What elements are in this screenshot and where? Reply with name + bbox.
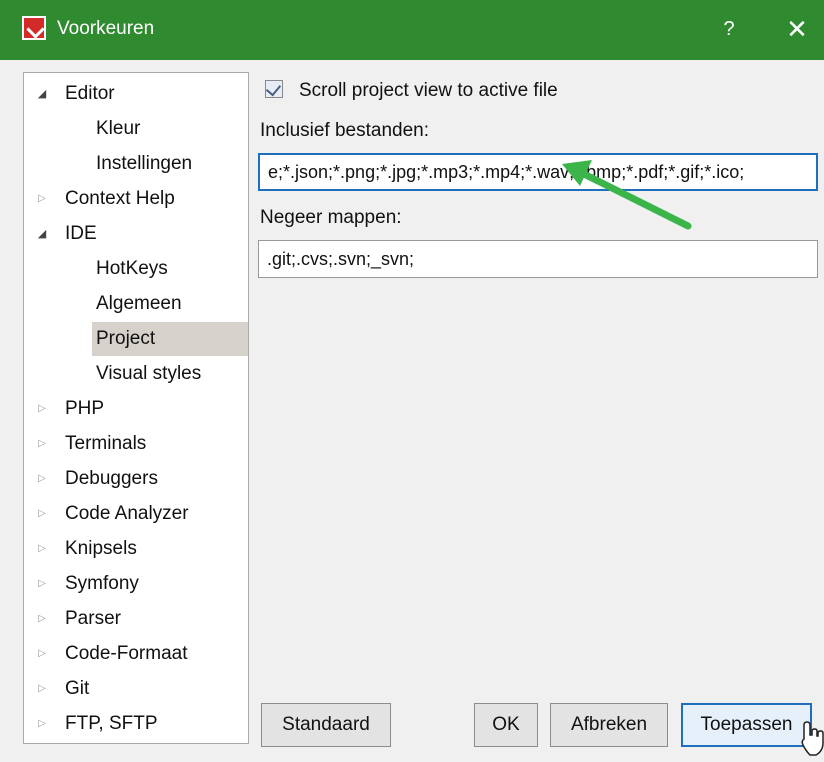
tree-item-kleur[interactable]: Kleur <box>24 112 248 146</box>
ok-button[interactable]: OK <box>474 703 538 747</box>
tree-item-php[interactable]: ▷ PHP <box>24 392 248 426</box>
collapsed-arrow-icon[interactable]: ▷ <box>36 707 48 741</box>
tree-item-code-analyzer[interactable]: ▷ Code Analyzer <box>24 497 248 531</box>
tree-item-label: Kleur <box>96 118 141 139</box>
include-files-label: Inclusief bestanden: <box>260 120 430 141</box>
scroll-project-label[interactable]: Scroll project view to active file <box>299 80 558 102</box>
preferences-dialog: Voorkeuren ? ✕ ◢ Editor Kleur Instelling… <box>0 0 824 762</box>
scroll-project-checkbox[interactable] <box>265 80 283 98</box>
tree-item-label: Context Help <box>65 188 175 209</box>
tree-item-debuggers[interactable]: ▷ Debuggers <box>24 462 248 496</box>
tree-item-hotkeys[interactable]: HotKeys <box>24 252 248 286</box>
tree-item-editor[interactable]: ◢ Editor <box>24 77 248 111</box>
collapsed-arrow-icon[interactable]: ▷ <box>36 532 48 566</box>
settings-tree: ◢ Editor Kleur Instellingen ▷ Context He… <box>23 72 249 744</box>
tree-item-label: Debuggers <box>65 468 158 489</box>
collapsed-arrow-icon[interactable]: ▷ <box>36 567 48 601</box>
expanded-arrow-icon[interactable]: ◢ <box>36 217 48 251</box>
collapsed-arrow-icon[interactable]: ▷ <box>36 462 48 496</box>
tree-item-label: Instellingen <box>96 153 193 174</box>
standard-button[interactable]: Standaard <box>261 703 391 747</box>
tree-item-label: Code-Formaat <box>65 643 188 664</box>
app-icon <box>22 16 46 40</box>
expanded-arrow-icon[interactable]: ◢ <box>36 77 48 111</box>
title-bar: Voorkeuren ? ✕ <box>0 0 824 60</box>
window-title: Voorkeuren <box>57 18 155 39</box>
cancel-button[interactable]: Afbreken <box>550 703 668 747</box>
tree-item-project[interactable]: Project <box>92 322 248 356</box>
tree-item-label: HotKeys <box>96 258 168 279</box>
include-files-input[interactable]: e;*.json;*.png;*.jpg;*.mp3;*.mp4;*.wav;*… <box>258 153 818 191</box>
tree-item-git[interactable]: ▷ Git <box>24 672 248 706</box>
ignore-folders-input[interactable]: .git;.cvs;.svn;_svn; <box>258 240 818 278</box>
tree-item-label: Editor <box>65 83 115 104</box>
tree-item-ftp-sftp[interactable]: ▷ FTP, SFTP <box>24 707 248 741</box>
tree-item-label: FTP, SFTP <box>65 713 158 734</box>
tree-item-label: Parser <box>65 608 121 629</box>
tree-item-label: Git <box>65 678 90 699</box>
tree-item-ide[interactable]: ◢ IDE <box>24 217 248 251</box>
collapsed-arrow-icon[interactable]: ▷ <box>36 637 48 671</box>
tree-item-terminals[interactable]: ▷ Terminals <box>24 427 248 461</box>
ignore-folders-label: Negeer mappen: <box>260 207 402 228</box>
tree-item-label: Symfony <box>65 573 139 594</box>
tree-item-instellingen[interactable]: Instellingen <box>24 147 248 181</box>
apply-button[interactable]: Toepassen <box>681 703 812 747</box>
tree-item-algemeen[interactable]: Algemeen <box>24 287 248 321</box>
collapsed-arrow-icon[interactable]: ▷ <box>36 427 48 461</box>
tree-item-label: Algemeen <box>96 293 182 314</box>
collapsed-arrow-icon[interactable]: ▷ <box>36 672 48 706</box>
tree-item-label: Terminals <box>65 433 147 454</box>
tree-item-label: PHP <box>65 398 105 419</box>
close-button[interactable]: ✕ <box>782 14 812 44</box>
collapsed-arrow-icon[interactable]: ▷ <box>36 392 48 426</box>
collapsed-arrow-icon[interactable]: ▷ <box>36 497 48 531</box>
tree-item-label: IDE <box>65 223 97 244</box>
tree-item-code-formaat[interactable]: ▷ Code-Formaat <box>24 637 248 671</box>
annotation-arrow-icon <box>562 160 692 230</box>
tree-item-label: Project <box>96 328 156 349</box>
tree-item-visual-styles[interactable]: Visual styles <box>24 357 248 391</box>
collapsed-arrow-icon[interactable]: ▷ <box>36 602 48 636</box>
help-button[interactable]: ? <box>714 14 744 44</box>
tree-item-label: Code Analyzer <box>65 503 189 524</box>
collapsed-arrow-icon[interactable]: ▷ <box>36 182 48 216</box>
checkmark-icon <box>265 80 282 97</box>
tree-item-symfony[interactable]: ▷ Symfony <box>24 567 248 601</box>
tree-item-parser[interactable]: ▷ Parser <box>24 602 248 636</box>
tree-item-context-help[interactable]: ▷ Context Help <box>24 182 248 216</box>
tree-item-label: Knipsels <box>65 538 137 559</box>
mouse-cursor-icon <box>801 721 824 756</box>
tree-item-label: Visual styles <box>96 363 202 384</box>
tree-item-knipsels[interactable]: ▷ Knipsels <box>24 532 248 566</box>
